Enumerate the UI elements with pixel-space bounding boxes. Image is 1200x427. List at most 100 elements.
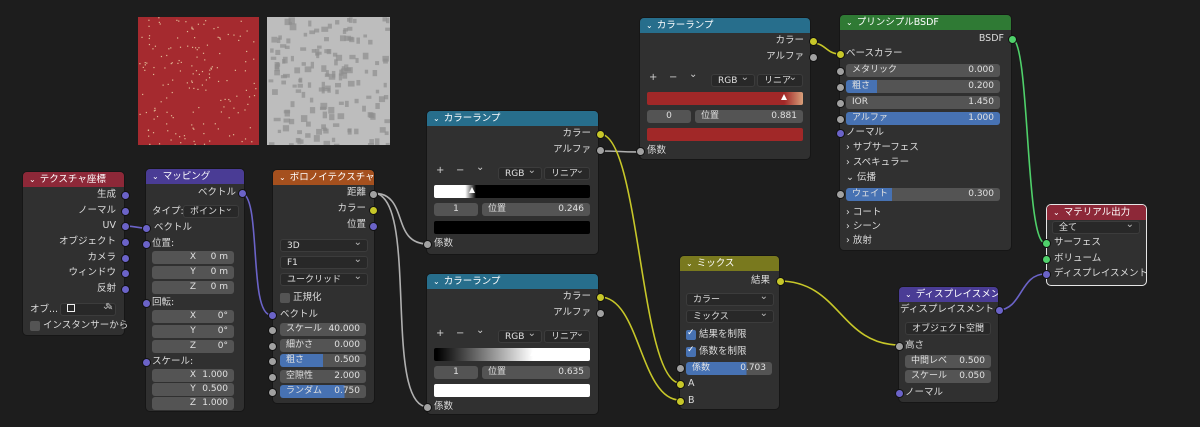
stop-index-field[interactable]: 1 [434,203,478,216]
collapse-chevron-icon[interactable]: ⌄ [433,111,440,126]
socket-base-color[interactable] [836,50,845,59]
normalize-checkbox[interactable] [280,293,290,303]
collapse-chevron-icon[interactable]: ⌄ [846,15,853,30]
bsdf-field-1[interactable]: 粗さ 0.200 [846,80,1000,93]
node-header[interactable]: ⌄ディスプレイスメント [899,287,998,302]
socket-voronoi-field[interactable] [268,372,277,382]
voronoi-field-2[interactable]: 粗さ 0.500 [280,354,366,367]
socket-window[interactable] [121,269,130,278]
ramp-stop-handle[interactable] [469,187,476,193]
stop-index-field[interactable]: 0 [647,110,691,123]
remove-stop-button[interactable]: − [456,165,464,176]
transmission-panel[interactable]: ⌄ 伝播 [846,172,876,184]
location-x-field[interactable]: X0 m [152,251,234,264]
socket-mapping-out[interactable] [238,189,247,198]
collapse-chevron-icon[interactable]: ⌄ [646,18,653,33]
instancer-checkbox[interactable] [30,321,40,331]
socket-mix-factor[interactable] [676,364,685,373]
midlevel-field[interactable]: 中間レベ 0.500 [905,355,991,368]
socket-bsdf-field[interactable] [836,83,845,92]
color-mode-dropdown[interactable]: RGB [498,165,542,180]
metric-dropdown[interactable]: ユークリッド [280,271,368,286]
emission-panel[interactable]: › 放射 [846,235,872,247]
socket-object[interactable] [121,238,130,247]
socket-voronoi-field[interactable] [268,357,277,366]
stop-color-swatch[interactable] [434,221,590,234]
ramp-stop-handle[interactable] [781,94,788,100]
disp-scale-field[interactable]: スケール 0.050 [905,370,991,383]
socket-generated[interactable] [121,191,130,200]
socket-ramp-alpha-out[interactable] [596,309,605,318]
socket-ramp-factor-in[interactable] [423,403,432,412]
socket-normal[interactable] [121,207,130,216]
stop-position-field[interactable]: 位置 0.246 [482,203,590,216]
color-ramp-gradient[interactable] [434,348,590,361]
bsdf-field-2[interactable]: IOR 1.450 [846,96,1000,109]
socket-volume[interactable] [1042,255,1051,264]
color-mode-dropdown[interactable]: RGB [711,72,755,87]
socket-ramp-factor-in[interactable] [423,240,432,249]
node-header[interactable]: ⌄ マテリアル出力 [1047,205,1146,220]
socket-rotation[interactable] [142,299,151,308]
socket-location[interactable] [142,240,151,249]
stop-position-field[interactable]: 位置 0.635 [482,366,590,379]
socket-uv[interactable] [121,222,130,231]
voronoi-field-4[interactable]: ランダム 0.750 [280,385,366,398]
eyedropper-icon[interactable]: ✎ [105,302,113,313]
collapse-chevron-icon[interactable]: ⌄ [29,172,36,187]
interpolation-dropdown[interactable]: リニア [544,165,590,180]
socket-bsdf-normal[interactable] [836,129,845,138]
feature-dropdown[interactable]: F1 [280,254,368,269]
node-header[interactable]: ⌄ テクスチャ座標 [23,172,124,187]
coat-panel[interactable]: › コート [846,207,881,219]
location-y-field[interactable]: Y0 m [152,266,234,279]
voronoi-field-0[interactable]: スケール 40.000 [280,323,366,336]
socket-voronoi-vector-in[interactable] [268,311,277,320]
voronoi-field-1[interactable]: 細かさ 0.000 [280,338,366,352]
socket-mix-a[interactable] [676,380,685,389]
node-header[interactable]: ⌄ ボロノイテクスチャ [273,170,374,185]
specular-panel[interactable]: › スペキュラー [846,157,909,169]
socket-ramp-color-out[interactable] [809,37,818,46]
socket-ramp-alpha-out[interactable] [596,146,605,155]
rotation-z-field[interactable]: Z 0° [152,340,234,353]
node-header[interactable]: ⌄ マッピング [146,169,244,184]
rotation-x-field[interactable]: X 0° [152,310,234,323]
clamp-result-checkbox[interactable] [686,328,696,340]
sheen-panel[interactable]: › シーン [846,221,881,233]
socket-displacement-out[interactable] [995,306,1004,315]
stop-position-field[interactable]: 位置 0.881 [695,110,803,123]
socket-disp-normal[interactable] [895,389,904,398]
voronoi-field-3[interactable]: 空隙性 2.000 [280,369,366,383]
node-header[interactable]: ⌄ プリンシプルBSDF [840,15,1011,30]
mix-factor-field[interactable]: 係数 0.703 [686,362,772,375]
scale-y-field[interactable]: Y 0.500 [152,383,234,396]
subsurface-panel[interactable]: › サブサーフェス [846,142,919,154]
socket-mix-result[interactable] [776,277,785,286]
add-stop-button[interactable]: + [649,72,657,83]
socket-bsdf-field[interactable] [836,115,845,124]
rotation-y-field[interactable]: Y 0° [152,325,234,338]
socket-color[interactable] [369,206,378,215]
node-header[interactable]: ⌄ カラーランプ [427,111,598,126]
socket-mix-b[interactable] [676,397,685,406]
collapse-chevron-icon[interactable]: ⌄ [152,169,159,184]
space-dropdown[interactable]: オブジェクト空間 [905,320,991,335]
socket-distance[interactable] [369,190,378,199]
stop-index-field[interactable]: 1 [434,366,478,379]
ramp-menu-chevron-icon[interactable]: ⌄ [476,162,484,173]
scale-z-field[interactable]: Z 1.000 [152,397,234,410]
color-ramp-gradient[interactable] [647,92,803,105]
node-header[interactable]: ⌄ カラーランプ [640,18,810,33]
socket-bsdf-out[interactable] [1008,35,1017,44]
scale-x-field[interactable]: X 1.000 [152,369,234,382]
remove-stop-button[interactable]: − [456,328,464,339]
socket-ramp-color-out[interactable] [596,293,605,302]
socket-ramp-alpha-out[interactable] [809,53,818,62]
socket-mapping-vector-in[interactable] [142,224,151,233]
socket-voronoi-field[interactable] [268,388,277,397]
add-stop-button[interactable]: + [436,328,444,339]
color-mode-dropdown[interactable]: RGB [498,328,542,343]
interpolation-dropdown[interactable]: リニア [757,72,803,87]
bsdf-field-3[interactable]: アルファ 1.000 [846,112,1000,125]
